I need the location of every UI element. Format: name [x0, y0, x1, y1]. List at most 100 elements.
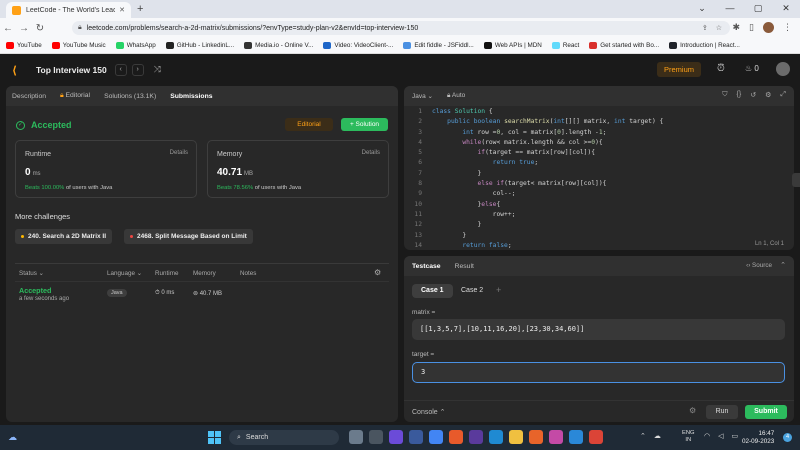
brave-icon[interactable] — [449, 430, 463, 444]
status-icons[interactable]: ◠ ◁ ▭ — [704, 432, 738, 440]
console-toggle[interactable]: Console ⌃ — [412, 408, 446, 416]
browser-tab[interactable]: LeetCode - The World's Leading ✕ — [6, 2, 131, 18]
profile-avatar[interactable] — [763, 22, 774, 33]
memory-details-link[interactable]: Details — [362, 150, 380, 156]
premiere-icon[interactable] — [469, 430, 483, 444]
challenge-chip-2468[interactable]: 2468. Split Message Based on Limit — [124, 229, 253, 244]
source-toggle[interactable]: ‹› Source — [746, 262, 772, 269]
add-case-icon[interactable]: + — [496, 285, 501, 295]
premium-button[interactable]: Premium — [657, 62, 701, 77]
code-line[interactable]: 9 col--; — [404, 190, 794, 200]
cloud-icon[interactable]: ☁ — [654, 432, 661, 440]
code-line[interactable]: 8 else if(target< matrix[row][col]){ — [404, 180, 794, 190]
address-bar[interactable]: 🔒︎ leetcode.com/problems/search-a-2d-mat… — [72, 21, 730, 35]
code-line[interactable]: 12 } — [404, 221, 794, 231]
case-1-tab[interactable]: Case 1 — [412, 284, 453, 298]
code-line[interactable]: 3 int row =0, col = matrix[0].length -1; — [404, 129, 794, 139]
minimize-icon[interactable]: — — [716, 0, 744, 18]
memory-card[interactable]: Memory Details 40.71 MB Beats 78.56% of u… — [207, 140, 389, 198]
code-line[interactable]: 5 if(target == matrix[row][col]){ — [404, 149, 794, 159]
coins-counter[interactable]: ♨ 0 — [745, 64, 759, 73]
tab-result[interactable]: Result — [455, 263, 474, 270]
bookmark-item[interactable]: GitHub - LinkedinL... — [165, 42, 234, 49]
vscode-icon[interactable] — [489, 430, 503, 444]
forward-icon[interactable]: → — [16, 23, 32, 34]
bookmark-item[interactable]: WhatsApp — [115, 42, 156, 49]
tab-editorial[interactable]: 🔒︎ Editorial — [60, 92, 90, 100]
file-explorer-icon[interactable] — [509, 430, 523, 444]
runtime-card[interactable]: Runtime Details 0 ms Beats 100.00% of use… — [15, 140, 197, 198]
code-line[interactable]: 1 class Solution { — [404, 108, 794, 118]
side-handle[interactable] — [792, 173, 800, 187]
code-line[interactable]: 4 while(row< matrix.length && col >=0){ — [404, 139, 794, 149]
figma-icon[interactable] — [549, 430, 563, 444]
maximize-icon[interactable]: ▢ — [744, 0, 772, 18]
next-problem-icon[interactable]: › — [131, 63, 144, 76]
chrome-active-icon[interactable] — [589, 430, 603, 444]
reset-icon[interactable]: ↺ — [750, 91, 756, 99]
matrix-input[interactable]: [[1,3,5,7],[10,11,16,20],[23,30,34,60]] — [412, 319, 785, 340]
gear-icon[interactable]: ⚙ — [689, 406, 696, 415]
store-icon[interactable] — [569, 430, 583, 444]
photos-icon[interactable] — [409, 430, 423, 444]
bookmark-item[interactable]: Introduction | React... — [669, 42, 740, 49]
run-button[interactable]: Run — [706, 405, 738, 419]
clock[interactable]: 16:47 02-09-2023 — [742, 430, 774, 446]
language-selector[interactable]: Java ⌄ — [412, 92, 433, 100]
submit-button[interactable]: Submit — [745, 405, 787, 419]
tab-submissions[interactable]: Submissions — [170, 93, 212, 100]
taskbar-search[interactable]: ⌕ Search — [229, 430, 339, 445]
bookmark-star-icon[interactable]: ☆ — [716, 24, 722, 32]
code-line[interactable]: 10 }else{ — [404, 201, 794, 211]
code-line[interactable]: 13 } — [404, 232, 794, 242]
close-tab-icon[interactable]: ✕ — [119, 6, 125, 14]
code-line[interactable]: 6 return true; — [404, 159, 794, 169]
chrome-app-icon[interactable] — [429, 430, 443, 444]
col-status-header[interactable]: Status ⌄ — [19, 270, 44, 277]
weather-widget-icon[interactable]: ☁ — [8, 432, 22, 443]
tab-description[interactable]: Description — [12, 93, 46, 100]
bookmark-item[interactable]: Edit fiddle - JSFiddl... — [403, 42, 474, 49]
user-avatar[interactable] — [776, 62, 790, 76]
gear-icon[interactable]: ⚙ — [374, 268, 381, 277]
new-tab-icon[interactable]: + — [137, 3, 143, 15]
code-line[interactable]: 11 row++; — [404, 211, 794, 221]
alarm-icon[interactable]: ⏰︎ — [717, 63, 725, 74]
bookmark-item[interactable]: Get started with Bo... — [589, 42, 659, 49]
widgets-icon[interactable] — [369, 430, 383, 444]
bookmark-item[interactable]: YouTube Music — [51, 42, 106, 49]
code-area[interactable]: 1 class Solution {2 public boolean search… — [404, 108, 794, 250]
bookmark-item[interactable]: YouTube — [6, 42, 42, 49]
study-plan-title[interactable]: Top Interview 150 — [36, 65, 107, 75]
reload-icon[interactable]: ↻ — [32, 23, 48, 34]
prev-problem-icon[interactable]: ‹ — [114, 63, 127, 76]
fullscreen-icon[interactable]: ⤢ — [780, 91, 786, 99]
editorial-button[interactable]: Editorial — [285, 118, 333, 131]
lock-icon[interactable]: 🔒︎ — [78, 24, 82, 32]
add-solution-button[interactable]: + Solution — [341, 118, 388, 131]
chevron-up-icon[interactable]: ⌃ — [640, 432, 646, 440]
code-line[interactable]: 7 } — [404, 170, 794, 180]
settings-icon[interactable]: ⚙ — [765, 91, 771, 99]
share-icon[interactable]: ⇪ — [702, 24, 708, 32]
col-language-header[interactable]: Language ⌄ — [107, 270, 142, 277]
braces-icon[interactable]: {} — [737, 91, 742, 99]
code-line[interactable]: 14 return false; — [404, 242, 794, 250]
chevron-up-icon[interactable]: ⌃ — [780, 261, 786, 269]
back-icon[interactable]: ← — [0, 23, 16, 34]
code-line[interactable]: 2 public boolean searchMatrix(int[][] ma… — [404, 118, 794, 128]
bookmark-item[interactable]: React — [551, 42, 579, 49]
chevron-down-icon[interactable]: ⌄ — [688, 0, 716, 18]
menu-kebab-icon[interactable]: ⋮ — [783, 22, 792, 33]
tab-solutions[interactable]: Solutions (13.1K) — [104, 93, 156, 100]
bookmark-item[interactable]: Video: VideoClient-... — [323, 42, 393, 49]
bookmark-item[interactable]: Web APIs | MDN — [483, 42, 542, 49]
tab-testcase[interactable]: Testcase — [412, 263, 441, 270]
teams-icon[interactable] — [389, 430, 403, 444]
target-input[interactable]: 3 — [412, 362, 785, 383]
bookmark-item[interactable]: Media.io - Online V... — [244, 42, 313, 49]
challenge-chip-240[interactable]: 240. Search a 2D Matrix II — [15, 229, 113, 244]
close-window-icon[interactable]: ✕ — [772, 0, 800, 18]
autocomplete-mode[interactable]: 🔒︎ Auto — [447, 92, 465, 100]
bookmark-icon[interactable]: ⛉ — [722, 91, 727, 99]
